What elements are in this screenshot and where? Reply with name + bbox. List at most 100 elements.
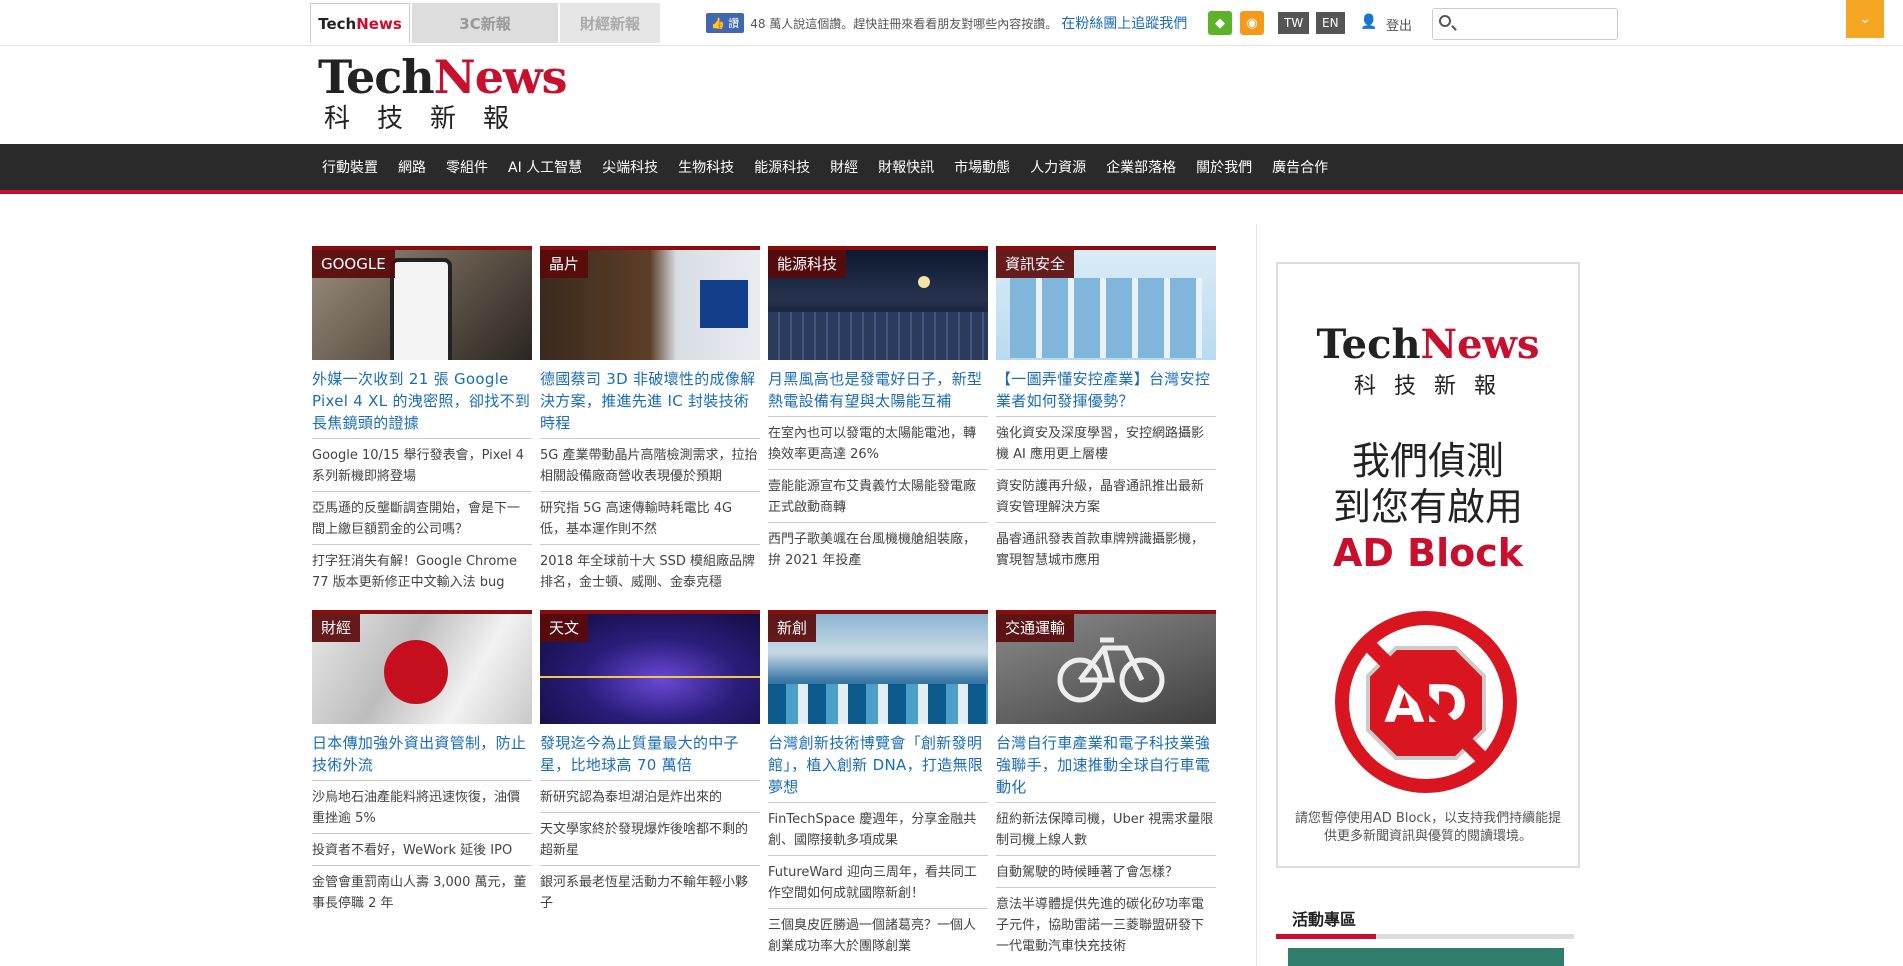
category-badge[interactable]: 交通運輸 bbox=[996, 614, 1075, 642]
nav-item-components[interactable]: 零組件 bbox=[436, 157, 498, 177]
article-headline[interactable]: 外媒一次收到 21 張 Google Pixel 4 XL 的洩密照，卻找不到長… bbox=[312, 368, 532, 439]
nav-item-about[interactable]: 關於我們 bbox=[1186, 157, 1262, 177]
article-card: 交通運輸 台灣自行車產業和電子科技業強強聯手，加速推動全球自行車電動化 紐約新法… bbox=[996, 610, 1216, 961]
related-link[interactable]: 打字狂消失有解！Google Chrome 77 版本更新修正中文輸入法 bug bbox=[312, 545, 532, 597]
category-badge[interactable]: 財經 bbox=[312, 614, 361, 642]
nav-item-ai[interactable]: AI 人工智慧 bbox=[498, 157, 592, 177]
nav-item-finance[interactable]: 財經 bbox=[820, 157, 868, 177]
related-link[interactable]: 金管會重罰南山人壽 3,000 萬元，董事長停職 2 年 bbox=[312, 866, 532, 918]
article-thumbnail[interactable]: 新創 bbox=[768, 610, 988, 724]
article-thumbnail[interactable]: GOOGLE bbox=[312, 246, 532, 360]
related-link[interactable]: 新研究認為泰坦湖泊是炸出來的 bbox=[540, 781, 760, 813]
fan-page-link[interactable]: 在粉絲團上追蹤我們 bbox=[1061, 13, 1187, 33]
article-headline[interactable]: 發現迄今為止質量最大的中子星，比地球高 70 萬倍 bbox=[540, 732, 760, 781]
article-thumbnail[interactable]: 資訊安全 bbox=[996, 246, 1216, 360]
no-ad-icon: AD bbox=[1335, 611, 1517, 793]
lang-en[interactable]: EN bbox=[1316, 12, 1345, 34]
article-thumbnail[interactable]: 能源科技 bbox=[768, 246, 988, 360]
tab-technews[interactable]: Tech News bbox=[310, 3, 410, 43]
sidebar-logo: TechNews 科技新報 bbox=[1278, 322, 1578, 400]
related-link[interactable]: 意法半導體提供先進的碳化矽功率電子元件，協助雷諾一三菱聯盟研發下一代電動汽車快充… bbox=[996, 888, 1216, 961]
article-card: 能源科技 月黑風高也是發電好日子，新型熱電設備有望與太陽能互補 在室內也可以發電… bbox=[768, 246, 988, 575]
user-icon[interactable]: 👤 bbox=[1360, 14, 1377, 30]
logout-link[interactable]: 登出 bbox=[1386, 15, 1412, 34]
article-card: 財經 日本傳加強外資出資管制，防止技術外流 沙烏地石油產能料將迅速恢復，油價重挫… bbox=[312, 610, 532, 918]
related-link[interactable]: 壹能能源宣布艾貴義竹太陽能發電廠正式啟動商轉 bbox=[768, 470, 988, 523]
solar-panel-graphic bbox=[768, 312, 988, 360]
related-link[interactable]: 自動駕駛的時候睡著了會怎樣？ bbox=[996, 856, 1216, 888]
category-badge[interactable]: 資訊安全 bbox=[996, 250, 1075, 278]
nav-list: 行動裝置 網路 零組件 AI 人工智慧 尖端科技 生物科技 能源科技 財經 財報… bbox=[312, 144, 1338, 190]
search-input[interactable] bbox=[1459, 14, 1609, 34]
category-badge[interactable]: 天文 bbox=[540, 614, 589, 642]
article-headline[interactable]: 【一圖弄懂安控產業】台灣安控業者如何發揮優勢？ bbox=[996, 368, 1216, 417]
rss-icon[interactable]: ◉ bbox=[1240, 11, 1264, 35]
nav-item-mobile[interactable]: 行動裝置 bbox=[312, 157, 388, 177]
related-link[interactable]: 2018 年全球前十大 SSD 模組廠品牌排名，金士頓、威剛、金泰克穩 bbox=[540, 545, 760, 597]
article-thumbnail[interactable]: 財經 bbox=[312, 610, 532, 724]
related-link[interactable]: FinTechSpace 慶週年，分享金融共創、國際接軌多項成果 bbox=[768, 803, 988, 856]
tab-3c[interactable]: 3C新報 bbox=[412, 3, 558, 43]
related-link[interactable]: 西門子歌美颯在台風機機艙組裝廠，拚 2021 年投產 bbox=[768, 523, 988, 575]
related-link[interactable]: 三個臭皮匠勝過一個諸葛亮？一個人創業成功率大於團隊創業 bbox=[768, 909, 988, 961]
article-thumbnail[interactable]: 天文 bbox=[540, 610, 760, 724]
chevron-down-icon[interactable]: ⌄ bbox=[1846, 0, 1884, 38]
zeiss-logo-graphic bbox=[700, 280, 748, 328]
nav-item-market[interactable]: 市場動態 bbox=[944, 157, 1020, 177]
related-link[interactable]: Google 10/15 舉行發表會，Pixel 4 系列新機即將登場 bbox=[312, 439, 532, 492]
category-badge[interactable]: 能源科技 bbox=[768, 250, 847, 278]
article-card: 資訊安全 【一圖弄懂安控產業】台灣安控業者如何發揮優勢？ 強化資安及深度學習，安… bbox=[996, 246, 1216, 575]
article-thumbnail[interactable]: 晶片 bbox=[540, 246, 760, 360]
events-banner[interactable] bbox=[1288, 948, 1564, 966]
events-underline-accent bbox=[1276, 934, 1376, 939]
adblock-heading: 我們偵測 到您有啟用 AD Block bbox=[1278, 438, 1578, 576]
article-thumbnail[interactable]: 交通運輸 bbox=[996, 610, 1216, 724]
article-card: 天文 發現迄今為止質量最大的中子星，比地球高 70 萬倍 新研究認為泰坦湖泊是炸… bbox=[540, 610, 760, 918]
logo-tech: Tech bbox=[318, 50, 435, 104]
tab-finance[interactable]: 財經新報 bbox=[560, 3, 660, 43]
nav-item-hr[interactable]: 人力資源 bbox=[1020, 157, 1096, 177]
category-badge[interactable]: 晶片 bbox=[540, 250, 589, 278]
tab-technews-tech: Tech bbox=[318, 14, 357, 33]
adblock-notice: TechNews 科技新報 我們偵測 到您有啟用 AD Block AD 請您暫… bbox=[1276, 262, 1580, 868]
related-link[interactable]: 沙烏地石油產能料將迅速恢復，油價重挫逾 5% bbox=[312, 781, 532, 834]
category-badge[interactable]: 新創 bbox=[768, 614, 817, 642]
related-link[interactable]: 晶睿通訊發表首款車牌辨識攝影機，實現智慧城市應用 bbox=[996, 523, 1216, 575]
nav-item-frontier[interactable]: 尖端科技 bbox=[592, 157, 668, 177]
adblock-line1: 我們偵測 bbox=[1351, 439, 1504, 483]
related-link[interactable]: 5G 產業帶動晶片高階檢測需求，拉抬相關設備廠商營收表現優於預期 bbox=[540, 439, 760, 492]
related-link[interactable]: 投資者不看好，WeWork 延後 IPO bbox=[312, 834, 532, 866]
nav-item-network[interactable]: 網路 bbox=[388, 157, 436, 177]
related-link[interactable]: 銀河系最老恆星活動力不輸年輕小夥子 bbox=[540, 866, 760, 918]
article-headline[interactable]: 台灣創新技術博覽會「創新發明館」，植入創新 DNA，打造無限夢想 bbox=[768, 732, 988, 803]
feedly-icon[interactable]: ◆ bbox=[1208, 11, 1232, 35]
related-link[interactable]: 天文學家終於發現爆炸後啥都不剩的超新星 bbox=[540, 813, 760, 866]
article-headline[interactable]: 月黑風高也是發電好日子，新型熱電設備有望與太陽能互補 bbox=[768, 368, 988, 417]
logo-news: News bbox=[433, 50, 568, 104]
nav-item-energy[interactable]: 能源科技 bbox=[744, 157, 820, 177]
moon-graphic bbox=[918, 276, 930, 288]
article-headline[interactable]: 台灣自行車產業和電子科技業強強聯手，加速推動全球自行車電動化 bbox=[996, 732, 1216, 803]
article-headline[interactable]: 德國蔡司 3D 非破壞性的成像解決方案，推進先進 IC 封裝技術時程 bbox=[540, 368, 760, 439]
related-link[interactable]: 資安防護再升級，晶睿通訊推出最新資安管理解決方案 bbox=[996, 470, 1216, 523]
search-icon[interactable] bbox=[1439, 15, 1451, 27]
lang-tw[interactable]: TW bbox=[1278, 12, 1310, 34]
facebook-like-box: 👍 讚 48 萬人說這個讚。趕快註冊來看看朋友對哪些內容按讚。 在粉絲團上追蹤我… bbox=[706, 13, 1187, 33]
phone-graphic bbox=[390, 258, 452, 360]
nav-item-ads[interactable]: 廣告合作 bbox=[1262, 157, 1338, 177]
related-link[interactable]: 亞馬遜的反壟斷調查開始，會是下一間上繳巨額罰金的公司嗎？ bbox=[312, 492, 532, 545]
adblock-note: 請您暫停使用AD Block，以支持我們持續能提供更多新聞資訊與優質的閱讀環境。 bbox=[1294, 811, 1562, 844]
related-link[interactable]: FutureWard 迎向三周年，看共同工作空間如何成就國際新創！ bbox=[768, 856, 988, 909]
related-link[interactable]: 強化資安及深度學習，安控網路攝影機 AI 應用更上層樓 bbox=[996, 417, 1216, 470]
expo-hall-graphic bbox=[768, 684, 988, 724]
related-link[interactable]: 紐約新法保障司機，Uber 視需求量限制司機上線人數 bbox=[996, 803, 1216, 856]
related-link[interactable]: 在室內也可以發電的太陽能電池，轉換效率更高達 26% bbox=[768, 417, 988, 470]
nav-item-earnings[interactable]: 財報快訊 bbox=[868, 157, 944, 177]
category-badge[interactable]: GOOGLE bbox=[312, 250, 395, 278]
nav-item-blog[interactable]: 企業部落格 bbox=[1096, 157, 1186, 177]
related-link[interactable]: 研究指 5G 高速傳輸時耗電比 4G 低，基本運作則不然 bbox=[540, 492, 760, 545]
article-headline[interactable]: 日本傳加強外資出資管制，防止技術外流 bbox=[312, 732, 532, 781]
facebook-like-button[interactable]: 👍 讚 bbox=[706, 13, 745, 33]
nav-item-biotech[interactable]: 生物科技 bbox=[668, 157, 744, 177]
site-logo[interactable]: TechNews 科技新報 bbox=[318, 50, 567, 142]
